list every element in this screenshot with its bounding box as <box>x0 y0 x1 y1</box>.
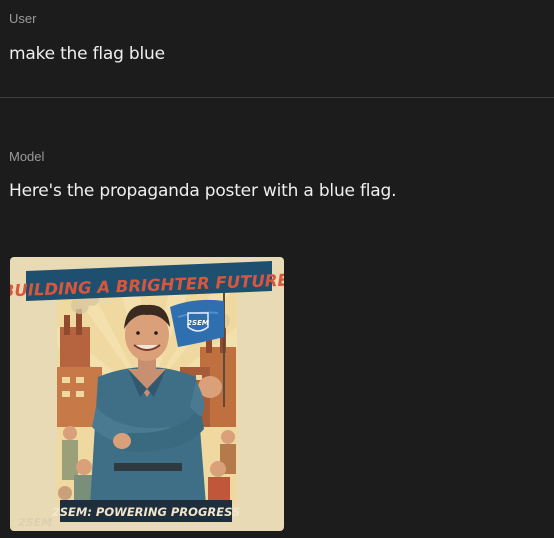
poster-footer: 2SEM: POWERING PROGRESS <box>52 505 241 519</box>
model-message[interactable]: Here's the propaganda poster with a blue… <box>9 181 396 201</box>
flag-emblem: 2SEM <box>187 312 209 332</box>
flag-text: 2SEM <box>187 319 209 327</box>
generated-poster-image[interactable]: 2SEM BUILDING A BRIGHTER FUTURE! 2SEM: P… <box>10 257 284 531</box>
user-turn: User make the flag blue <box>0 0 554 97</box>
model-role-label: Model <box>9 149 45 164</box>
user-role-label: User <box>9 11 37 26</box>
poster-watermark: 2SEM <box>18 516 52 529</box>
turn-divider <box>0 97 554 98</box>
user-message[interactable]: make the flag blue <box>9 44 165 64</box>
chat-thread: User make the flag blue Model Here's the… <box>0 0 554 538</box>
footer-banner: 2SEM: POWERING PROGRESS <box>52 500 241 522</box>
